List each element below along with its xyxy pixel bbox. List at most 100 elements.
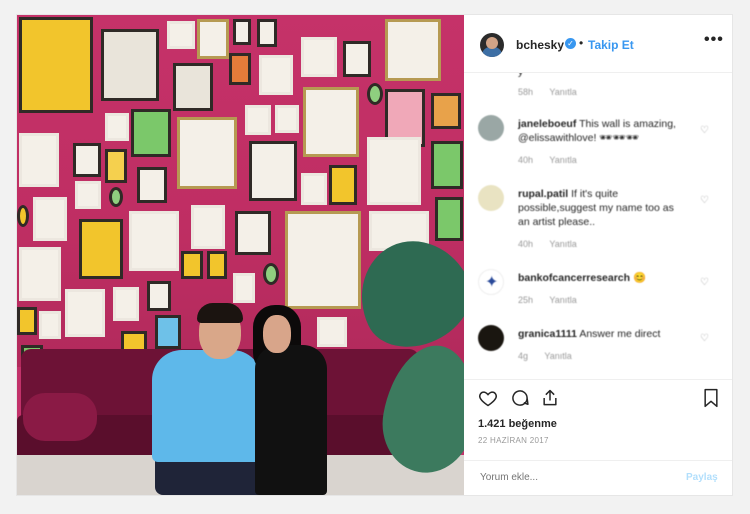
comment-username[interactable]: janeleboeuf bbox=[518, 118, 576, 130]
separator-dot: • bbox=[579, 36, 584, 50]
comment-like-heart-icon[interactable]: ♡ bbox=[700, 195, 710, 206]
cat-portrait-frame bbox=[73, 143, 101, 177]
cat-portrait-frame bbox=[19, 17, 93, 113]
follow-button[interactable]: Takip Et bbox=[588, 38, 634, 52]
cat-portrait-frame bbox=[19, 133, 59, 187]
cat-portrait-frame bbox=[343, 41, 371, 77]
reply-button[interactable]: Yanıtla bbox=[549, 155, 576, 165]
cat-portrait-frame bbox=[137, 167, 167, 203]
comment-time: 58h bbox=[518, 87, 534, 97]
cat-portrait-frame bbox=[105, 149, 127, 183]
avatar[interactable] bbox=[478, 325, 504, 351]
cat-portrait-frame bbox=[367, 137, 421, 205]
cat-portrait-frame bbox=[39, 311, 61, 339]
heart-icon[interactable] bbox=[478, 388, 498, 408]
cat-portrait-frame bbox=[173, 63, 213, 111]
post-header: bchesky ✓ • Takip Et ••• bbox=[464, 15, 732, 73]
comment-meta: 4g Yanıtla bbox=[518, 351, 586, 361]
comment-meta: 40h Yanıtla bbox=[518, 155, 591, 165]
post-comment-button[interactable]: Paylaş bbox=[686, 472, 718, 483]
cat-portrait-frame bbox=[245, 105, 271, 135]
oval-frame bbox=[367, 83, 383, 105]
cat-portrait-frame bbox=[435, 197, 463, 241]
cat-portrait-frame bbox=[285, 211, 361, 309]
avatar[interactable] bbox=[478, 115, 504, 141]
comment-like-heart-icon[interactable]: ♡ bbox=[700, 125, 710, 136]
comment-text: Answer me direct bbox=[579, 328, 661, 340]
cat-portrait-frame bbox=[177, 117, 237, 189]
cat-portrait-frame bbox=[33, 197, 67, 241]
more-options-icon[interactable]: ••• bbox=[704, 31, 724, 49]
oval-frame bbox=[109, 187, 123, 207]
post-photo[interactable] bbox=[17, 15, 464, 495]
cat-portrait-frame bbox=[75, 181, 101, 209]
oval-frame bbox=[263, 263, 279, 285]
reply-button[interactable]: Yanıtla bbox=[549, 87, 576, 97]
comment-meta: 40h Yanıtla bbox=[518, 239, 591, 249]
comment-bubble-icon[interactable] bbox=[510, 388, 530, 408]
cat-portrait-frame bbox=[229, 53, 251, 85]
sofa-pillow bbox=[23, 393, 97, 441]
cat-portrait-frame bbox=[19, 247, 61, 301]
cat-portrait-frame bbox=[131, 109, 171, 157]
person-man-shirt bbox=[152, 350, 262, 462]
comment-time: 40h bbox=[518, 239, 534, 249]
comment-text: 😊 bbox=[632, 272, 647, 284]
cat-portrait-frame bbox=[431, 141, 463, 189]
cat-portrait-frame bbox=[431, 93, 461, 129]
comment-text-fragment: y bbox=[518, 73, 523, 78]
cat-portrait-frame bbox=[65, 289, 105, 337]
cat-portrait-frame bbox=[207, 251, 227, 279]
reply-button[interactable]: Yanıtla bbox=[549, 239, 576, 249]
comment-like-heart-icon[interactable]: ♡ bbox=[700, 277, 710, 288]
avatar[interactable] bbox=[480, 33, 504, 57]
cat-portrait-frame bbox=[167, 21, 195, 49]
comments-list[interactable]: y 58h Yanıtla janeleboeuf This wall is a… bbox=[464, 73, 732, 379]
post-actions: 1.421 beğenme 22 HAZİRAN 2017 Paylaş bbox=[464, 379, 732, 495]
cat-portrait-frame bbox=[17, 307, 37, 335]
cat-portrait-frame bbox=[79, 219, 123, 279]
cat-portrait-frame bbox=[233, 19, 251, 45]
comment-input[interactable] bbox=[478, 471, 672, 484]
person-woman-face bbox=[263, 315, 291, 353]
reply-button[interactable]: Yanıtla bbox=[544, 351, 571, 361]
cat-portrait-frame bbox=[181, 251, 203, 279]
cat-portrait-frame bbox=[249, 141, 297, 201]
person-man-hair bbox=[197, 303, 243, 323]
awareness-ribbon-icon: ✦ bbox=[485, 274, 499, 291]
comment-box: Paylaş bbox=[464, 460, 732, 496]
verified-badge-icon: ✓ bbox=[565, 38, 576, 49]
cat-portrait-frame bbox=[129, 211, 179, 271]
cat-portrait-frame bbox=[233, 273, 255, 303]
cat-portrait-frame bbox=[155, 315, 181, 349]
comment-meta: 25h Yanıtla bbox=[518, 295, 591, 305]
comment-time: 25h bbox=[518, 295, 534, 305]
cat-portrait-frame bbox=[147, 281, 171, 311]
cat-portrait-frame bbox=[197, 19, 229, 59]
share-icon[interactable] bbox=[540, 387, 560, 409]
avatar[interactable]: ✦ bbox=[478, 269, 504, 295]
cat-portrait-frame bbox=[317, 317, 347, 347]
likes-count[interactable]: 1.421 beğenme bbox=[478, 418, 557, 430]
bookmark-icon[interactable] bbox=[702, 388, 720, 408]
cat-portrait-frame bbox=[303, 87, 359, 157]
comment-time: 40h bbox=[518, 155, 534, 165]
cat-portrait-frame bbox=[105, 113, 129, 141]
post-date: 22 HAZİRAN 2017 bbox=[478, 436, 549, 445]
comment-username[interactable]: bankofcancerresearch bbox=[518, 272, 630, 284]
comment-meta: 58h Yanıtla bbox=[518, 87, 591, 97]
oval-frame bbox=[17, 205, 29, 227]
cat-portrait-frame bbox=[257, 19, 277, 47]
cat-portrait-frame bbox=[259, 55, 293, 95]
comment-like-heart-icon[interactable]: ♡ bbox=[700, 333, 710, 344]
instagram-post-card: bchesky ✓ • Takip Et ••• y 58h Yanıtla j… bbox=[16, 14, 733, 496]
avatar[interactable] bbox=[478, 185, 504, 211]
cat-portrait-frame bbox=[235, 211, 271, 255]
author-username[interactable]: bchesky bbox=[516, 38, 564, 52]
cat-portrait-frame bbox=[113, 287, 139, 321]
reply-button[interactable]: Yanıtla bbox=[549, 295, 576, 305]
comment-username[interactable]: rupal.patil bbox=[518, 188, 568, 200]
cat-portrait-frame bbox=[301, 173, 327, 205]
cat-portrait-frame bbox=[275, 105, 299, 133]
comment-username[interactable]: granica1111 bbox=[518, 328, 577, 340]
